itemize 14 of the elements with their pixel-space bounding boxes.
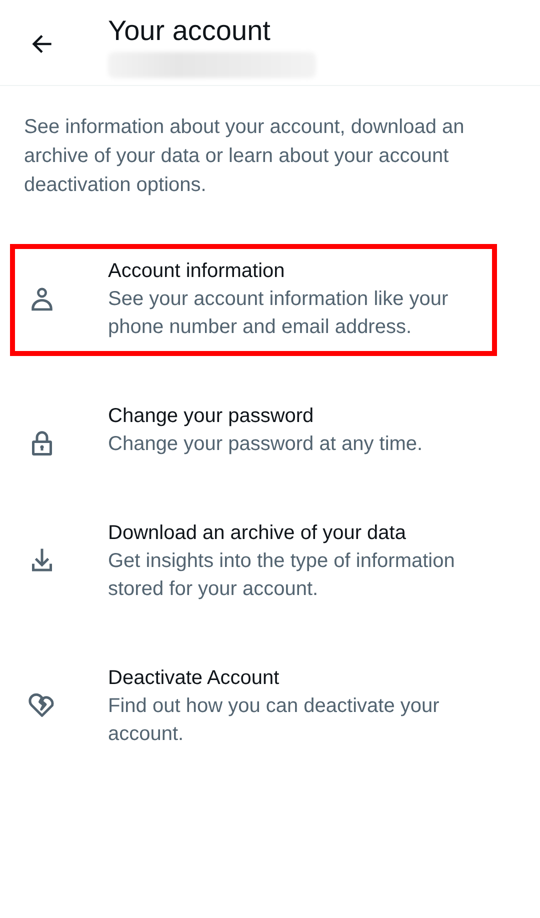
page-title: Your account bbox=[108, 14, 272, 48]
item-description: Get insights into the type of information stored for your account. bbox=[108, 549, 456, 602]
menu-item[interactable]: Download an archive of your data Get insights into the type of information stored for your account. bbox=[10, 506, 497, 618]
item-description: Change your password at any time. bbox=[108, 432, 424, 457]
menu-item[interactable]: Deactivate Account Find out how you can deactivate your account. bbox=[10, 651, 497, 763]
highlighted-menu-item[interactable]: Account information See your account information like your phone number and email address. bbox=[10, 244, 497, 356]
item-title: Change your password bbox=[108, 404, 315, 429]
item-description: See your account information like your phone number and email address. bbox=[108, 287, 450, 340]
item-description: Find out how you can deactivate your account. bbox=[108, 694, 440, 747]
item-title: Deactivate Account bbox=[108, 666, 280, 691]
description-text: See information about your account, download an archive of your data or learn about your account deactivation options. bbox=[24, 115, 466, 198]
item-title: Download an archive of your data bbox=[108, 521, 407, 546]
menu-item[interactable]: Change your password Change your password at any time. bbox=[10, 389, 497, 473]
item-title: Account information bbox=[108, 259, 286, 284]
